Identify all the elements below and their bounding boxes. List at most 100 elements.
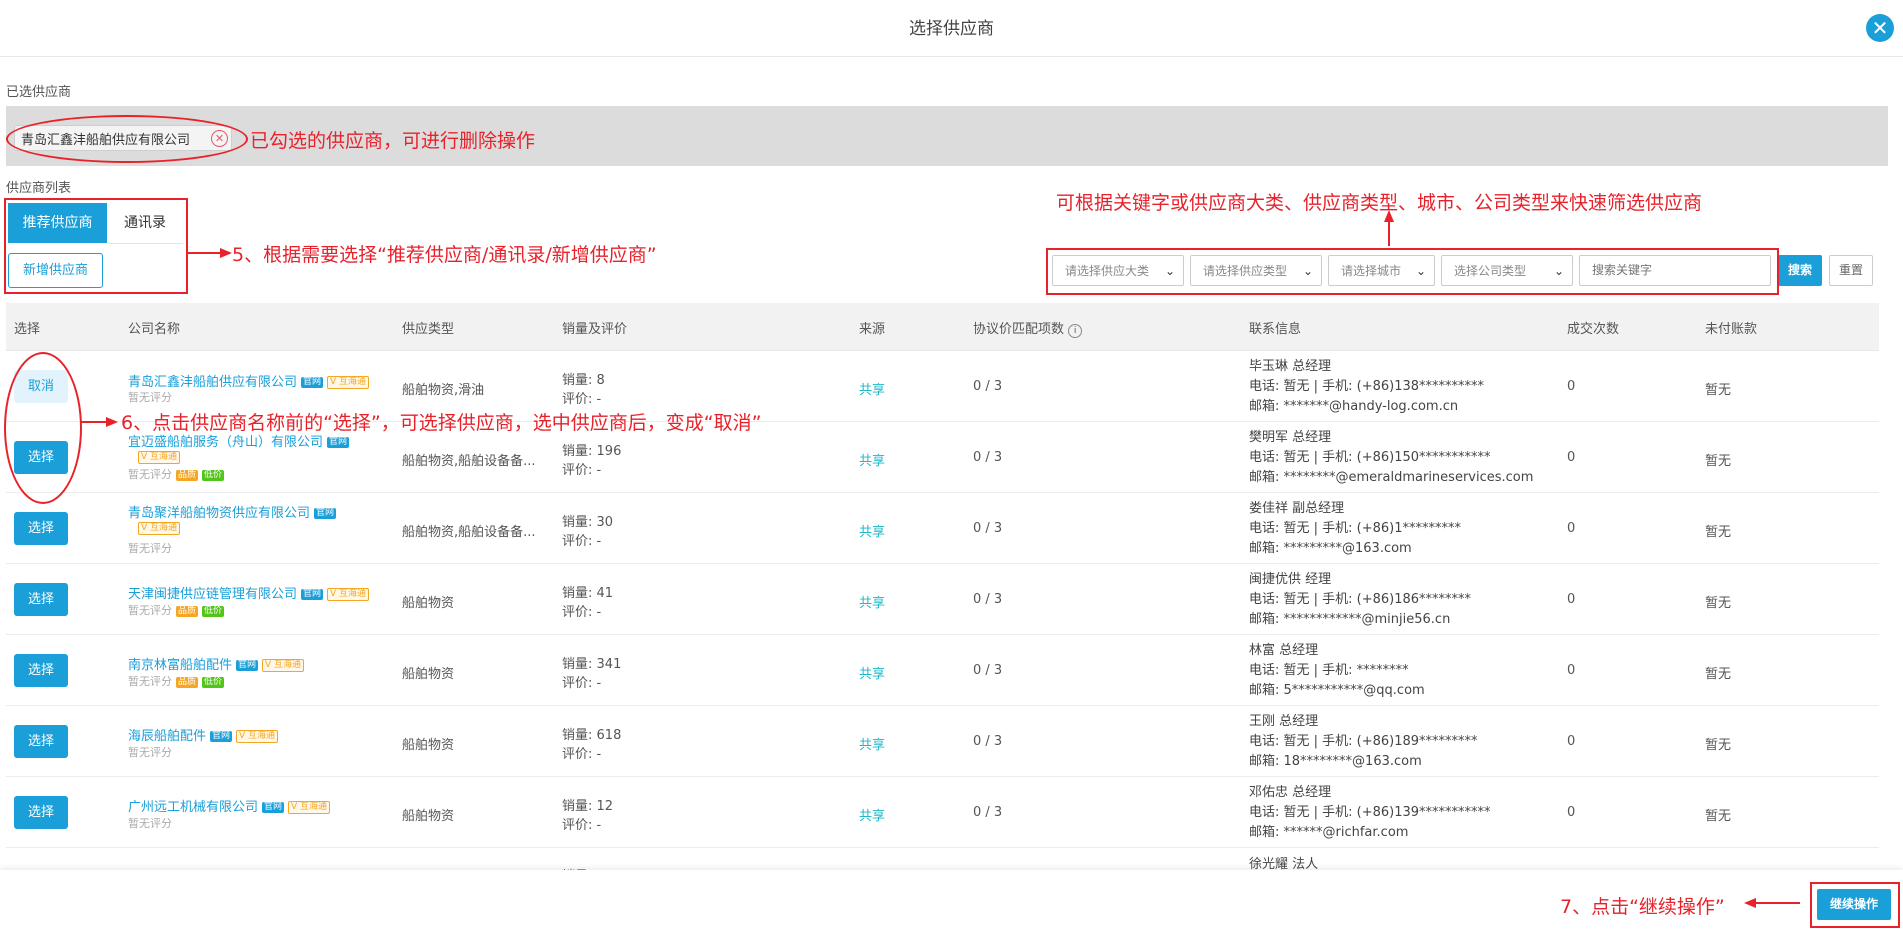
contact-email: 邮箱: *********@163.com: [1249, 541, 1412, 556]
sales: 销量: 30: [562, 511, 613, 530]
select-button[interactable]: 选择: [14, 654, 68, 687]
contact-name: 毕玉琳 总经理: [1249, 359, 1332, 374]
contact-name: 樊明军 总经理: [1249, 430, 1332, 445]
list-label: 供应商列表: [6, 181, 72, 196]
rating-prefix: 评价:: [562, 676, 593, 691]
table-row: 选择 青岛聚洋船舶物资供应有限公司 官网 V 互海通 暂无评分 船舶物资,船舶设备…: [6, 493, 1879, 564]
sales-value: 618: [596, 728, 622, 743]
no-rating-text: 暂无评分: [128, 675, 172, 688]
info-icon[interactable]: i: [1068, 324, 1083, 338]
deal-count: 0: [1567, 521, 1576, 536]
contact-name: 娄佳祥 副总经理: [1249, 501, 1345, 516]
unpaid: 暂无: [1705, 596, 1732, 611]
sales-value: 8: [596, 373, 605, 388]
agreement-count: 0 / 3: [973, 734, 1003, 749]
rating-value: -: [596, 392, 602, 407]
rating: 评价: -: [562, 530, 601, 549]
rating: 评价: -: [562, 601, 601, 620]
annotation-ellipse-select: [4, 352, 82, 504]
th-source: 来源: [859, 322, 886, 337]
supply-type: 船舶物资,船舶设备备...: [402, 454, 536, 469]
annotation-arrow-select: [80, 417, 118, 427]
source: 共享: [859, 809, 886, 824]
contact-info: 娄佳祥 副总经理电话: 暂无 | 手机: (+86)1********* 邮箱: …: [1249, 499, 1461, 559]
unpaid: 暂无: [1705, 667, 1732, 682]
agreement-count: 0 / 3: [973, 805, 1003, 820]
annotation-box-tabs: [4, 198, 188, 294]
select-button[interactable]: 选择: [14, 583, 68, 616]
rating: 评价: -: [562, 672, 601, 691]
company-name-link[interactable]: 海辰船舶配件 官网 V 互海通: [128, 725, 279, 744]
official-badge: 官网: [210, 731, 233, 742]
company-name-link[interactable]: 广州远工机械有限公司 官网 V 互海通: [128, 796, 331, 815]
sales-value: 196: [596, 444, 622, 459]
source: 共享: [859, 525, 886, 540]
contact-email: 邮箱: ******@richfar.com: [1249, 825, 1409, 840]
select-button[interactable]: 选择: [14, 512, 68, 545]
deal-count: 0: [1567, 592, 1576, 607]
annotation-filters: 可根据关键字或供应商大类、供应商类型、城市、公司类型来快速筛选供应商: [1056, 192, 1703, 214]
sales: 销量: 618: [562, 724, 621, 743]
annotation-select: 6、点击供应商名称前的“选择”，可选择供应商，选中供应商后，变成“取消”: [121, 412, 762, 434]
vip-badge: V 互海通: [327, 376, 370, 389]
low-price-badge: 低价: [202, 676, 225, 688]
rating-value: -: [596, 747, 602, 762]
contact-info: 王刚 总经理 电话: 暂无 | 手机: (+86)189********* 邮箱: …: [1249, 712, 1478, 772]
unpaid: 暂无: [1705, 383, 1732, 398]
sales: 销量: 196: [562, 440, 621, 459]
contact-name: 王刚 总经理: [1249, 714, 1319, 729]
source: 共享: [859, 738, 886, 753]
rating-prefix: 评价:: [562, 747, 593, 762]
company-name-link[interactable]: 南京林富船舶配件 官网 V 互海通: [128, 654, 305, 673]
contact-phone: 电话: 暂无 | 手机: (+86)1*********: [1249, 521, 1462, 536]
search-button[interactable]: 搜索: [1778, 255, 1822, 286]
company-name-link[interactable]: 天津闽捷供应链管理有限公司 官网 V 互海通: [128, 583, 370, 602]
low-price-badge: 低价: [202, 605, 225, 617]
table-row: 选择 南京林富船舶配件 官网 V 互海通 暂无评分 品质 低价 船舶物资 销量: 341…: [6, 635, 1879, 706]
company-name-link[interactable]: 青岛汇鑫沣船舶供应有限公司 官网 V 互海通: [128, 371, 370, 390]
th-select: 选择: [14, 322, 41, 337]
contact-email: 邮箱: ********@emeraldmarineservices.com: [1249, 470, 1534, 485]
vip-badge: V 互海通: [236, 730, 279, 743]
th-supply-type: 供应类型: [402, 322, 455, 337]
contact-name: 林富 总经理: [1249, 643, 1319, 658]
contact-info: 邓佑忠 总经理 电话: 暂无 | 手机: (+86)139*********** 邮…: [1249, 783, 1491, 843]
sales: 销量: 41: [562, 582, 613, 601]
sales-value: 30: [596, 515, 614, 530]
supply-type: 船舶物资: [402, 667, 455, 682]
agreement-count: 0 / 3: [973, 521, 1003, 536]
table-row: 选择 天津闽捷供应链管理有限公司 官网 V 互海通 暂无评分 品质 低价 船舶物资 销量…: [6, 564, 1879, 635]
sales-value: 12: [596, 799, 614, 814]
annotation-box-continue: [1810, 882, 1900, 928]
select-button[interactable]: 选择: [14, 796, 68, 829]
reset-button[interactable]: 重置: [1829, 255, 1873, 286]
official-badge: 官网: [301, 377, 324, 388]
rating-prefix: 评价:: [562, 818, 593, 833]
th-company: 公司名称: [128, 322, 181, 337]
no-rating: 暂无评分 品质 低价: [128, 602, 225, 618]
supply-type: 船舶物资,滑油: [402, 383, 485, 398]
annotation-arrow-tabs: [188, 248, 232, 258]
quality-badge: 品质: [176, 469, 199, 481]
contact-email: 邮箱: *******@handy-log.com.cn: [1249, 399, 1459, 414]
sales-prefix: 销量:: [562, 799, 593, 814]
rating-prefix: 评价:: [562, 392, 593, 407]
badge-line: V 互海通: [128, 521, 181, 536]
supply-type: 船舶物资,船舶设备备...: [402, 525, 536, 540]
rating-value: -: [596, 463, 602, 478]
company-name: 广州远工机械有限公司: [128, 800, 259, 815]
company-name-link[interactable]: 青岛聚洋船舶物资供应有限公司 官网: [128, 502, 337, 521]
contact-info: 樊明军 总经理 电话: 暂无 | 手机: (+86)150*********** 邮…: [1249, 428, 1533, 488]
rating: 评价: -: [562, 459, 601, 478]
sales: 销量: 8: [562, 369, 605, 388]
close-icon[interactable]: ✕: [1866, 14, 1894, 42]
rating-value: -: [596, 534, 602, 549]
th-agreement-label: 协议价匹配项数: [973, 322, 1065, 337]
table-row: 选择 海辰船舶配件 官网 V 互海通 暂无评分 船舶物资 销量: 618 评价: -…: [6, 706, 1879, 777]
unpaid: 暂无: [1705, 454, 1732, 469]
contact-phone: 电话: 暂无 | 手机: (+86)138**********: [1249, 379, 1485, 394]
no-rating: 暂无评分: [128, 817, 172, 830]
select-button[interactable]: 选择: [14, 725, 68, 758]
contact-info: 闽捷优供 经理 电话: 暂无 | 手机: (+86)186******** 邮箱: …: [1249, 570, 1471, 630]
badge-line: V 互海通: [128, 450, 181, 465]
